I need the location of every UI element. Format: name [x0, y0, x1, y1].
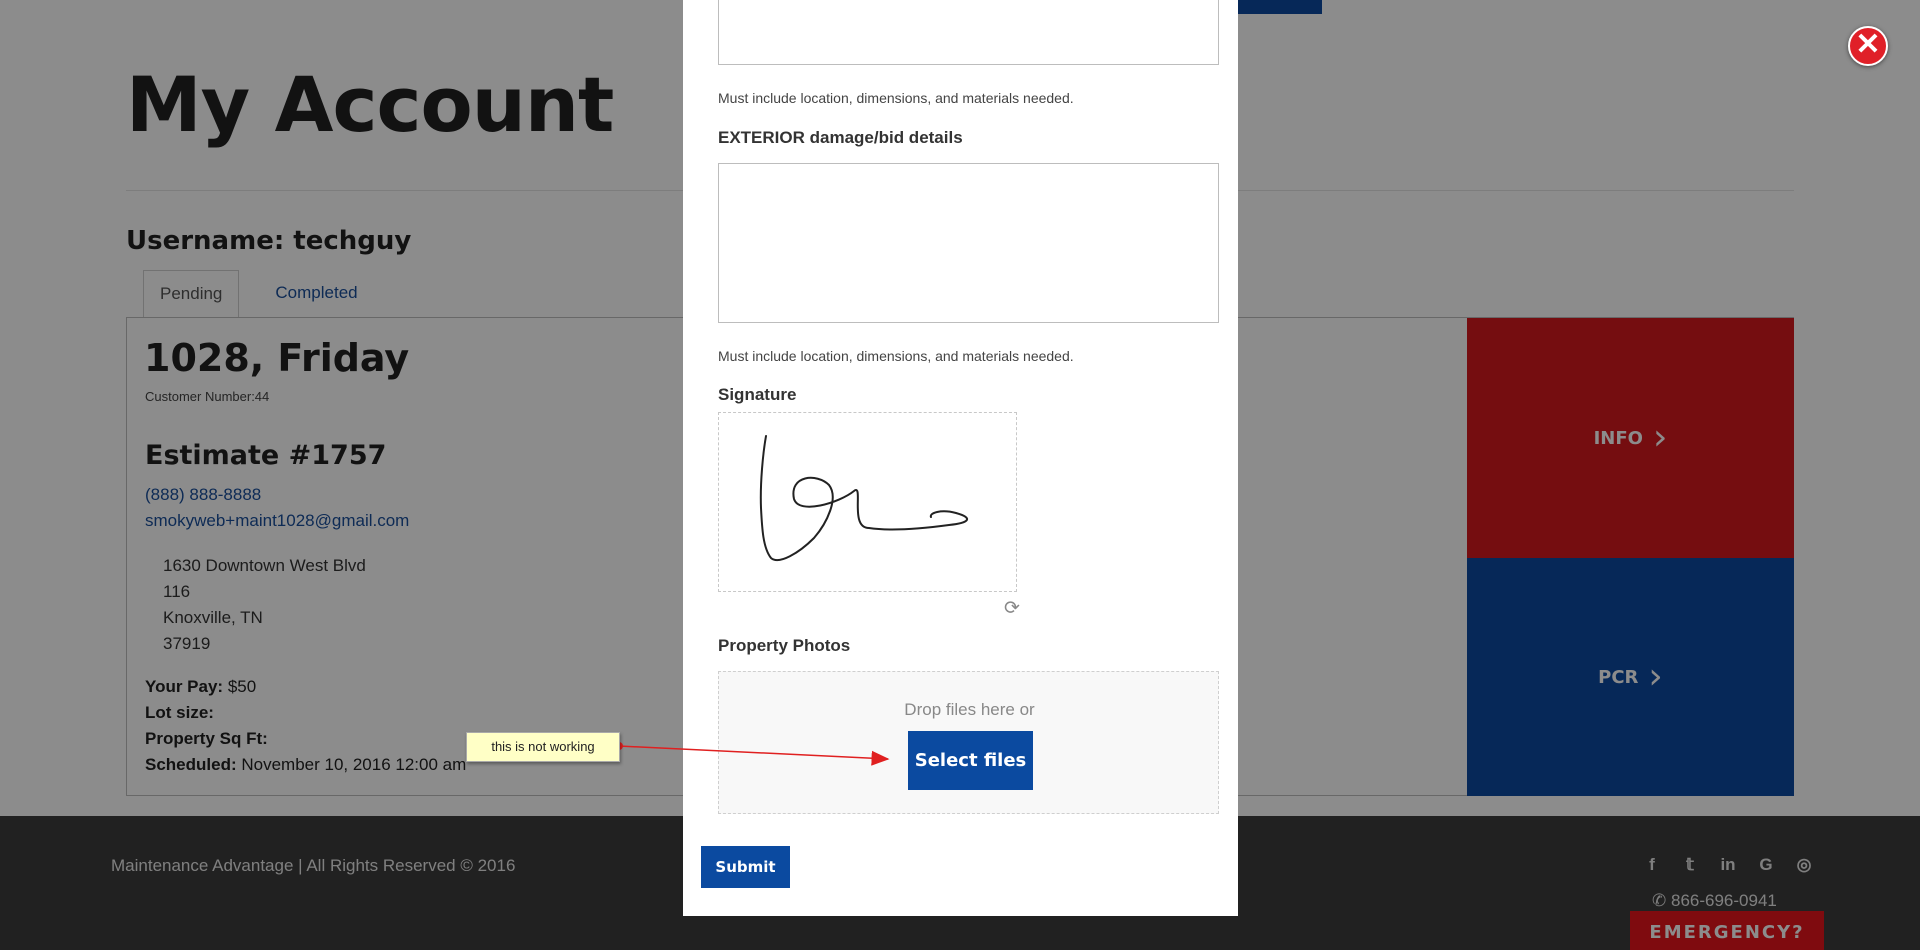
- annotation-note: this is not working: [466, 732, 620, 762]
- pcr-modal: Must include location, dimensions, and m…: [683, 0, 1238, 916]
- submit-button[interactable]: Submit: [701, 846, 790, 888]
- interior-help-text: Must include location, dimensions, and m…: [718, 90, 1074, 106]
- property-photos-label: Property Photos: [718, 636, 851, 655]
- drop-files-text: Drop files here or: [904, 700, 1035, 719]
- exterior-details-textarea[interactable]: [718, 163, 1219, 323]
- interior-details-textarea[interactable]: [718, 0, 1219, 65]
- signature-pad[interactable]: [718, 412, 1017, 592]
- exterior-help-text: Must include location, dimensions, and m…: [718, 348, 1074, 364]
- exterior-details-label: EXTERIOR damage/bid details: [718, 128, 963, 147]
- signature-label: Signature: [718, 385, 797, 404]
- file-dropzone[interactable]: Drop files here or Select files: [718, 671, 1219, 814]
- close-icon[interactable]: ✕: [1848, 26, 1888, 66]
- signature-stroke: [759, 435, 968, 561]
- select-files-button[interactable]: Select files: [908, 731, 1033, 790]
- refresh-icon[interactable]: ⟳: [1002, 599, 1022, 619]
